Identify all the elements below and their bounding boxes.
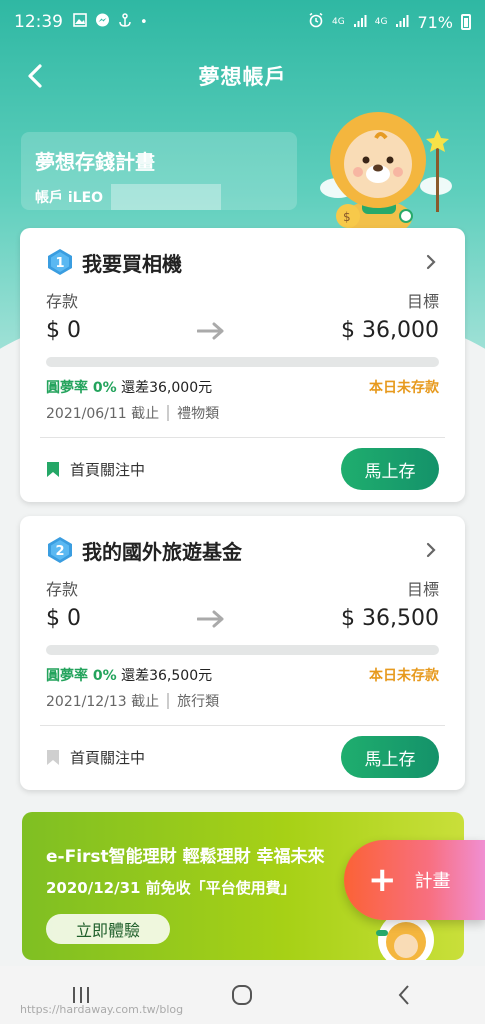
watermark: https://hardaway.com.tw/blog bbox=[20, 1003, 184, 1016]
page-title: 夢想帳戶 bbox=[198, 65, 287, 89]
deadline: 2021/12/13 截止 bbox=[46, 694, 160, 710]
battery-icon bbox=[461, 14, 471, 30]
signal-icon bbox=[353, 13, 367, 32]
plan-title: 夢想存錢計畫 bbox=[35, 150, 155, 174]
messenger-icon bbox=[95, 13, 110, 32]
anchor-icon bbox=[118, 12, 132, 32]
bookmark-icon[interactable] bbox=[46, 749, 60, 766]
svg-text:$: $ bbox=[343, 210, 351, 224]
chevron-right-icon bbox=[426, 542, 436, 558]
plan-meta: 2021/12/13 截止 旅行類 bbox=[20, 685, 465, 711]
rate-value: 0% bbox=[92, 380, 117, 396]
rate-text: 圓夢率 0% 還差36,500元 bbox=[46, 665, 212, 685]
card-footer: 首頁關注中 馬上存 bbox=[20, 726, 465, 794]
plan-title: 我的國外旅遊基金 bbox=[82, 539, 242, 564]
lion-mascot-illustration: $ bbox=[320, 112, 452, 233]
status-right: 4G 4G 71% bbox=[308, 12, 471, 32]
rate-label: 圓夢率 bbox=[46, 380, 88, 396]
system-back-button[interactable] bbox=[384, 975, 424, 1015]
deposit-label: 存款 bbox=[46, 292, 79, 311]
plan-index: 1 bbox=[55, 256, 64, 271]
target-value: $ 36,500 bbox=[341, 606, 439, 631]
account-number-mask bbox=[111, 184, 222, 210]
progress-bar bbox=[46, 357, 439, 367]
home-icon bbox=[232, 985, 253, 1005]
plan-account: 帳戶 iLEO bbox=[35, 184, 283, 210]
plan-card-header[interactable]: 2 我的國外旅遊基金 bbox=[20, 516, 465, 566]
follow-label: 首頁關注中 bbox=[70, 460, 146, 479]
target-value: $ 36,000 bbox=[341, 318, 439, 343]
battery-percent: 71% bbox=[417, 12, 453, 32]
today-status: 本日未存款 bbox=[369, 668, 439, 684]
status-bar: 12:39 • 4G 4G 71% bbox=[0, 0, 485, 44]
plan-banner: 夢想存錢計畫 帳戶 iLEO bbox=[21, 132, 297, 210]
arrow-right-icon bbox=[197, 610, 224, 627]
alarm-icon bbox=[308, 12, 324, 32]
home-button[interactable] bbox=[222, 975, 262, 1015]
category: 旅行類 bbox=[177, 694, 220, 710]
plan-card-1: 1 我要買相機 存款 目標 $ 0 $ 36,000 圓夢率 0% 還差36,0… bbox=[20, 228, 465, 502]
save-now-button[interactable]: 馬上存 bbox=[341, 448, 439, 490]
save-now-button[interactable]: 馬上存 bbox=[341, 736, 439, 778]
separator bbox=[167, 693, 170, 709]
dot-icon: • bbox=[140, 14, 148, 30]
target-label: 目標 bbox=[406, 292, 439, 311]
rate-value: 0% bbox=[92, 668, 117, 684]
back-chevron-icon bbox=[398, 985, 409, 1005]
try-now-button[interactable]: 立即體驗 bbox=[46, 914, 170, 944]
deposit-value: $ 0 bbox=[46, 318, 81, 343]
plus-icon: + bbox=[368, 860, 397, 900]
today-status: 本日未存款 bbox=[369, 380, 439, 396]
separator bbox=[167, 405, 170, 421]
deadline: 2021/06/11 截止 bbox=[46, 406, 160, 422]
plan-meta: 2021/06/11 截止 禮物類 bbox=[20, 397, 465, 423]
deposit-value: $ 0 bbox=[46, 606, 81, 631]
plan-title: 我要買相機 bbox=[82, 251, 182, 276]
recent-apps-icon bbox=[72, 987, 89, 1003]
plan-card-2: 2 我的國外旅遊基金 存款 目標 $ 0 $ 36,500 圓夢率 0% 還差3… bbox=[20, 516, 465, 790]
network-type-1: 4G bbox=[332, 16, 345, 27]
status-time: 12:39 bbox=[14, 12, 63, 32]
category: 禮物類 bbox=[177, 406, 220, 422]
amount-values: $ 0 $ 36,000 bbox=[20, 312, 465, 343]
back-button[interactable] bbox=[20, 60, 52, 92]
gallery-icon bbox=[73, 13, 87, 31]
bookmark-icon[interactable] bbox=[46, 461, 60, 478]
card-footer: 首頁關注中 馬上存 bbox=[20, 438, 465, 506]
add-plan-label: 計畫 bbox=[414, 871, 451, 892]
arrow-right-icon bbox=[197, 322, 224, 339]
network-type-2: 4G bbox=[374, 16, 388, 27]
target-label: 目標 bbox=[406, 580, 439, 599]
status-row: 圓夢率 0% 還差36,500元 本日未存款 bbox=[20, 655, 465, 685]
amount-labels: 存款 目標 bbox=[20, 278, 465, 312]
status-row: 圓夢率 0% 還差36,000元 本日未存款 bbox=[20, 367, 465, 397]
add-plan-button[interactable]: + 計畫 bbox=[344, 840, 485, 920]
account-label: 帳戶 iLEO bbox=[35, 190, 104, 206]
back-arrow-icon bbox=[28, 64, 42, 88]
follow-label: 首頁關注中 bbox=[70, 748, 146, 767]
chevron-right-icon bbox=[426, 254, 436, 270]
plan-index: 2 bbox=[55, 544, 64, 559]
remaining-amount: 還差36,000元 bbox=[121, 380, 213, 396]
title-bar: 夢想帳戶 bbox=[0, 44, 485, 108]
deposit-label: 存款 bbox=[46, 580, 79, 599]
rate-text: 圓夢率 0% 還差36,000元 bbox=[46, 377, 212, 397]
number-badge-icon: 2 bbox=[48, 537, 72, 563]
remaining-amount: 還差36,500元 bbox=[121, 668, 213, 684]
signal-icon-2 bbox=[395, 13, 409, 32]
amount-labels: 存款 目標 bbox=[20, 566, 465, 600]
rate-label: 圓夢率 bbox=[46, 668, 88, 684]
amount-values: $ 0 $ 36,500 bbox=[20, 600, 465, 631]
number-badge-icon: 1 bbox=[48, 249, 72, 275]
plan-card-header[interactable]: 1 我要買相機 bbox=[20, 228, 465, 278]
progress-bar bbox=[46, 645, 439, 655]
